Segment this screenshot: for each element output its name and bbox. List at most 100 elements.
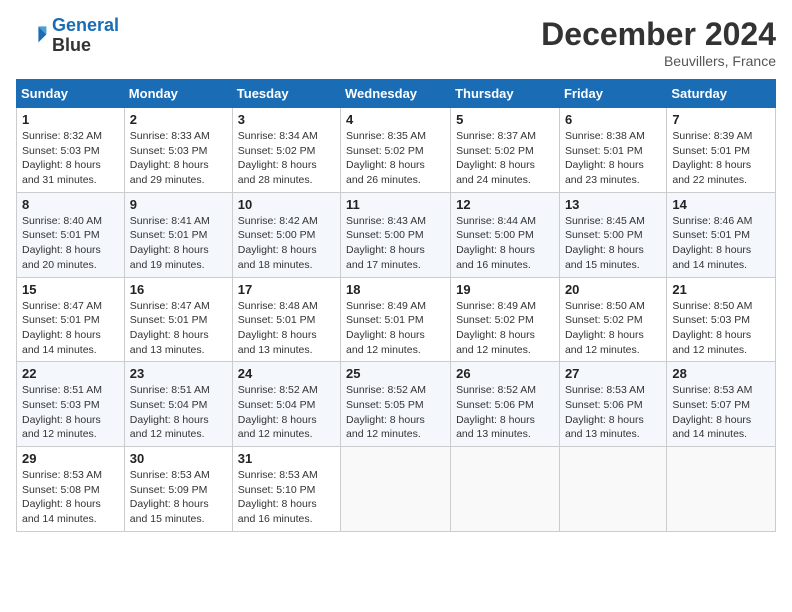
page-header: General Blue December 2024 Beuvillers, F… [16, 16, 776, 69]
calendar-week-3: 15Sunrise: 8:47 AMSunset: 5:01 PMDayligh… [17, 277, 776, 362]
day-info: Sunrise: 8:53 AMSunset: 5:06 PMDaylight:… [565, 383, 661, 442]
calendar-cell: 4 Sunrise: 8:35 AMSunset: 5:02 PMDaylight… [341, 108, 451, 193]
calendar-cell: 1Sunrise: 8:32 AMSunset: 5:03 PMDaylight… [17, 108, 125, 193]
day-info: Sunrise: 8:51 AMSunset: 5:04 PMDaylight:… [130, 383, 227, 442]
day-info: Sunrise: 8:46 AMSunset: 5:01 PMDaylight:… [672, 214, 770, 273]
calendar-cell: 14 Sunrise: 8:46 AMSunset: 5:01 PMDayligh… [667, 192, 776, 277]
day-number: 6 [565, 112, 661, 127]
day-info: Sunrise: 8:53 AMSunset: 5:09 PMDaylight:… [130, 468, 227, 527]
day-info: Sunrise: 8:39 AMSunset: 5:01 PMDaylight:… [672, 129, 770, 188]
day-number: 2 [130, 112, 227, 127]
day-number: 11 [346, 197, 445, 212]
day-number: 20 [565, 282, 661, 297]
calendar-cell: 20 Sunrise: 8:50 AMSunset: 5:02 PMDayligh… [559, 277, 666, 362]
calendar-cell: 2 Sunrise: 8:33 AMSunset: 5:03 PMDaylight… [124, 108, 232, 193]
weekday-header-friday: Friday [559, 80, 666, 108]
location: Beuvillers, France [541, 53, 776, 69]
day-info: Sunrise: 8:43 AMSunset: 5:00 PMDaylight:… [346, 214, 445, 273]
day-number: 8 [22, 197, 119, 212]
day-number: 17 [238, 282, 335, 297]
day-number: 31 [238, 451, 335, 466]
day-info: Sunrise: 8:40 AMSunset: 5:01 PMDaylight:… [22, 214, 119, 273]
calendar-cell: 25Sunrise: 8:52 AMSunset: 5:05 PMDayligh… [341, 362, 451, 447]
weekday-header-sunday: Sunday [17, 80, 125, 108]
calendar-cell: 17 Sunrise: 8:48 AMSunset: 5:01 PMDayligh… [232, 277, 340, 362]
day-info: Sunrise: 8:41 AMSunset: 5:01 PMDaylight:… [130, 214, 227, 273]
day-number: 12 [456, 197, 554, 212]
day-info: Sunrise: 8:32 AMSunset: 5:03 PMDaylight:… [22, 129, 119, 188]
calendar-cell: 26Sunrise: 8:52 AMSunset: 5:06 PMDayligh… [451, 362, 560, 447]
calendar-cell: 11 Sunrise: 8:43 AMSunset: 5:00 PMDayligh… [341, 192, 451, 277]
calendar-week-4: 22 Sunrise: 8:51 AMSunset: 5:03 PMDayligh… [17, 362, 776, 447]
logo-text: General Blue [52, 16, 119, 56]
calendar-cell: 29Sunrise: 8:53 AMSunset: 5:08 PMDayligh… [17, 447, 125, 532]
calendar-cell: 23Sunrise: 8:51 AMSunset: 5:04 PMDayligh… [124, 362, 232, 447]
day-info: Sunrise: 8:37 AMSunset: 5:02 PMDaylight:… [456, 129, 554, 188]
calendar-cell [341, 447, 451, 532]
day-number: 16 [130, 282, 227, 297]
calendar-table: SundayMondayTuesdayWednesdayThursdayFrid… [16, 79, 776, 532]
day-info: Sunrise: 8:44 AMSunset: 5:00 PMDaylight:… [456, 214, 554, 273]
calendar-cell: 21 Sunrise: 8:50 AMSunset: 5:03 PMDayligh… [667, 277, 776, 362]
day-number: 26 [456, 366, 554, 381]
month-title: December 2024 [541, 16, 776, 53]
day-number: 24 [238, 366, 335, 381]
calendar-cell: 18 Sunrise: 8:49 AMSunset: 5:01 PMDayligh… [341, 277, 451, 362]
weekday-header-tuesday: Tuesday [232, 80, 340, 108]
calendar-cell: 10Sunrise: 8:42 AMSunset: 5:00 PMDayligh… [232, 192, 340, 277]
calendar-cell: 28 Sunrise: 8:53 AMSunset: 5:07 PMDayligh… [667, 362, 776, 447]
calendar-cell: 9 Sunrise: 8:41 AMSunset: 5:01 PMDaylight… [124, 192, 232, 277]
day-info: Sunrise: 8:53 AMSunset: 5:07 PMDaylight:… [672, 383, 770, 442]
calendar-cell: 3 Sunrise: 8:34 AMSunset: 5:02 PMDaylight… [232, 108, 340, 193]
day-info: Sunrise: 8:48 AMSunset: 5:01 PMDaylight:… [238, 299, 335, 358]
calendar-week-5: 29Sunrise: 8:53 AMSunset: 5:08 PMDayligh… [17, 447, 776, 532]
calendar-cell [559, 447, 666, 532]
day-number: 13 [565, 197, 661, 212]
day-number: 28 [672, 366, 770, 381]
day-number: 5 [456, 112, 554, 127]
day-number: 18 [346, 282, 445, 297]
calendar-cell: 5 Sunrise: 8:37 AMSunset: 5:02 PMDaylight… [451, 108, 560, 193]
day-info: Sunrise: 8:33 AMSunset: 5:03 PMDaylight:… [130, 129, 227, 188]
day-info: Sunrise: 8:38 AMSunset: 5:01 PMDaylight:… [565, 129, 661, 188]
title-block: December 2024 Beuvillers, France [541, 16, 776, 69]
weekday-header-wednesday: Wednesday [341, 80, 451, 108]
day-number: 30 [130, 451, 227, 466]
day-info: Sunrise: 8:47 AMSunset: 5:01 PMDaylight:… [22, 299, 119, 358]
day-number: 3 [238, 112, 335, 127]
calendar-cell: 8 Sunrise: 8:40 AMSunset: 5:01 PMDaylight… [17, 192, 125, 277]
calendar-cell: 27 Sunrise: 8:53 AMSunset: 5:06 PMDayligh… [559, 362, 666, 447]
day-number: 14 [672, 197, 770, 212]
day-info: Sunrise: 8:34 AMSunset: 5:02 PMDaylight:… [238, 129, 335, 188]
logo: General Blue [16, 16, 119, 56]
day-number: 22 [22, 366, 119, 381]
calendar-cell [451, 447, 560, 532]
day-info: Sunrise: 8:35 AMSunset: 5:02 PMDaylight:… [346, 129, 445, 188]
calendar-cell: 30 Sunrise: 8:53 AMSunset: 5:09 PMDayligh… [124, 447, 232, 532]
day-info: Sunrise: 8:50 AMSunset: 5:03 PMDaylight:… [672, 299, 770, 358]
calendar-cell: 24 Sunrise: 8:52 AMSunset: 5:04 PMDayligh… [232, 362, 340, 447]
day-number: 19 [456, 282, 554, 297]
calendar-cell [667, 447, 776, 532]
calendar-cell: 6 Sunrise: 8:38 AMSunset: 5:01 PMDaylight… [559, 108, 666, 193]
calendar-week-1: 1Sunrise: 8:32 AMSunset: 5:03 PMDaylight… [17, 108, 776, 193]
calendar-cell: 13 Sunrise: 8:45 AMSunset: 5:00 PMDayligh… [559, 192, 666, 277]
day-number: 7 [672, 112, 770, 127]
calendar-cell: 7 Sunrise: 8:39 AMSunset: 5:01 PMDaylight… [667, 108, 776, 193]
day-info: Sunrise: 8:51 AMSunset: 5:03 PMDaylight:… [22, 383, 119, 442]
weekday-header-thursday: Thursday [451, 80, 560, 108]
day-info: Sunrise: 8:49 AMSunset: 5:01 PMDaylight:… [346, 299, 445, 358]
day-number: 21 [672, 282, 770, 297]
day-info: Sunrise: 8:52 AMSunset: 5:04 PMDaylight:… [238, 383, 335, 442]
day-info: Sunrise: 8:50 AMSunset: 5:02 PMDaylight:… [565, 299, 661, 358]
day-info: Sunrise: 8:52 AMSunset: 5:05 PMDaylight:… [346, 383, 445, 442]
calendar-cell: 22 Sunrise: 8:51 AMSunset: 5:03 PMDayligh… [17, 362, 125, 447]
day-number: 4 [346, 112, 445, 127]
calendar-cell: 12 Sunrise: 8:44 AMSunset: 5:00 PMDayligh… [451, 192, 560, 277]
day-info: Sunrise: 8:45 AMSunset: 5:00 PMDaylight:… [565, 214, 661, 273]
calendar-cell: 31Sunrise: 8:53 AMSunset: 5:10 PMDayligh… [232, 447, 340, 532]
day-info: Sunrise: 8:49 AMSunset: 5:02 PMDaylight:… [456, 299, 554, 358]
day-number: 29 [22, 451, 119, 466]
day-number: 27 [565, 366, 661, 381]
day-number: 9 [130, 197, 227, 212]
